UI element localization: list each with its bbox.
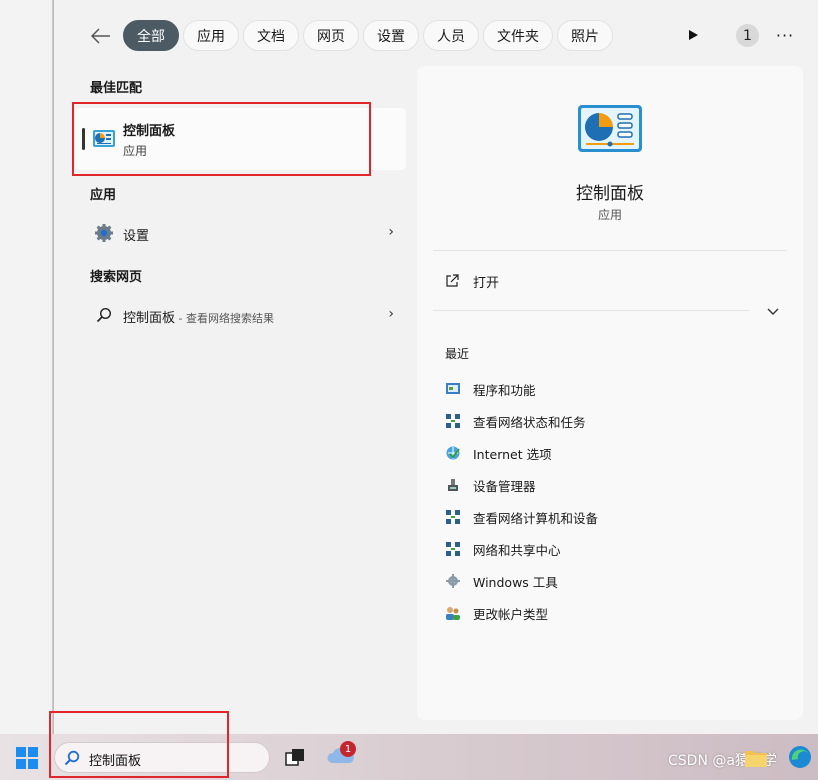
- open-label: 打开: [473, 275, 500, 291]
- tab-folders[interactable]: 文件夹: [483, 20, 553, 51]
- network-icon: [445, 541, 461, 557]
- web-search-heading: 搜索网页: [90, 270, 143, 285]
- windows-start-icon[interactable]: [16, 747, 38, 769]
- recent-item-windows-tools[interactable]: Windows 工具: [445, 571, 558, 591]
- programs-icon: [445, 381, 461, 397]
- divider: [433, 310, 749, 311]
- recent-item-network-computers[interactable]: 查看网络计算机和设备: [445, 507, 598, 527]
- tab-people[interactable]: 人员: [423, 20, 479, 51]
- search-icon: [94, 305, 114, 325]
- more-options-button[interactable]: ···: [774, 24, 796, 46]
- detail-pane: 控制面板 应用 打开 最近 程序和功能 查看网络状态和任务 Internet 选…: [417, 66, 803, 720]
- tab-all[interactable]: 全部: [123, 20, 179, 51]
- web-result-query: 控制面板: [123, 311, 176, 326]
- open-action[interactable]: 打开: [445, 270, 499, 292]
- edge-browser-icon[interactable]: [788, 744, 812, 770]
- recent-item-network-status[interactable]: 查看网络状态和任务: [445, 411, 586, 431]
- tab-apps[interactable]: 应用: [183, 20, 239, 51]
- network-icon: [445, 413, 461, 429]
- recent-item-internet-options[interactable]: Internet 选项: [445, 443, 552, 463]
- recent-item-label: 查看网络计算机和设备: [473, 510, 599, 526]
- recent-item-network-sharing[interactable]: 网络和共享中心: [445, 539, 561, 559]
- notification-badge: 1: [340, 741, 356, 757]
- recent-item-label: 更改帐户类型: [473, 606, 549, 622]
- tab-photos[interactable]: 照片: [557, 20, 613, 51]
- open-external-icon: [446, 274, 459, 287]
- highlight-annotation-box: [49, 711, 229, 778]
- recent-item-programs[interactable]: 程序和功能: [445, 379, 536, 399]
- apps-heading: 应用: [90, 188, 117, 203]
- desktop-background: [0, 0, 53, 734]
- filter-bar: 全部 应用 文档 网页 设置 人员 文件夹 照片 1 ···: [54, 0, 818, 70]
- chevron-right-icon[interactable]: ›: [388, 306, 394, 322]
- best-match-heading: 最佳匹配: [90, 81, 143, 96]
- tools-icon: [445, 573, 461, 589]
- back-button[interactable]: [86, 22, 116, 50]
- play-icon: [689, 30, 698, 40]
- tab-settings[interactable]: 设置: [363, 20, 419, 51]
- search-flyout: 全部 应用 文档 网页 设置 人员 文件夹 照片 1 ··· 最佳匹配 控制面板…: [53, 0, 818, 734]
- recent-item-label: 设备管理器: [473, 478, 536, 494]
- more-filters-button[interactable]: [682, 24, 704, 46]
- filter-tabs: 全部 应用 文档 网页 设置 人员 文件夹 照片: [123, 20, 613, 51]
- tab-web[interactable]: 网页: [303, 20, 359, 51]
- network-icon: [445, 509, 461, 525]
- highlight-annotation-box: [72, 102, 371, 176]
- folder-icon[interactable]: [744, 748, 768, 768]
- web-result-item[interactable]: 控制面板 - 查看网络搜索结果 ›: [76, 297, 406, 333]
- users-icon: [445, 605, 461, 621]
- control-panel-icon: [578, 105, 642, 152]
- detail-subtitle: 应用: [597, 208, 622, 222]
- web-result-label: 控制面板 - 查看网络搜索结果: [123, 307, 274, 326]
- web-result-sub: - 查看网络搜索结果: [175, 312, 274, 325]
- chevron-down-icon[interactable]: [765, 303, 781, 319]
- recent-item-label: Windows 工具: [473, 574, 558, 590]
- recent-item-device-manager[interactable]: 设备管理器: [445, 475, 536, 495]
- chevron-right-icon[interactable]: ›: [388, 224, 394, 240]
- arrow-left-icon: [91, 28, 110, 44]
- recent-item-label: 程序和功能: [473, 382, 536, 398]
- task-view-icon[interactable]: [284, 747, 306, 769]
- recent-item-label: Internet 选项: [473, 446, 552, 462]
- detail-title: 控制面板: [576, 184, 644, 204]
- tab-documents[interactable]: 文档: [243, 20, 299, 51]
- recent-heading: 最近: [445, 347, 470, 361]
- app-result-settings[interactable]: 设置 ›: [76, 215, 406, 251]
- gear-icon: [94, 223, 114, 243]
- divider: [433, 250, 787, 251]
- weather-widget[interactable]: 1: [326, 741, 356, 771]
- app-result-label: 设置: [123, 229, 150, 244]
- recent-item-label: 网络和共享中心: [473, 542, 561, 558]
- device-manager-icon: [445, 477, 461, 493]
- internet-icon: [445, 445, 461, 461]
- recent-item-account-type[interactable]: 更改帐户类型: [445, 603, 548, 623]
- rewards-count-badge[interactable]: 1: [736, 24, 759, 47]
- recent-item-label: 查看网络状态和任务: [473, 414, 586, 430]
